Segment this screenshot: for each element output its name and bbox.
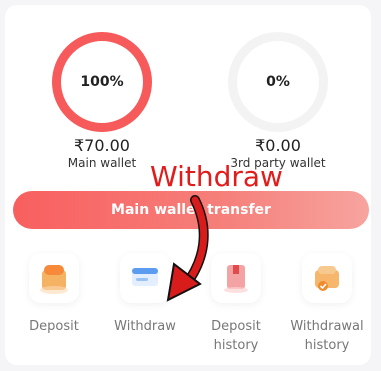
annotation-arrow-icon [166,195,209,302]
